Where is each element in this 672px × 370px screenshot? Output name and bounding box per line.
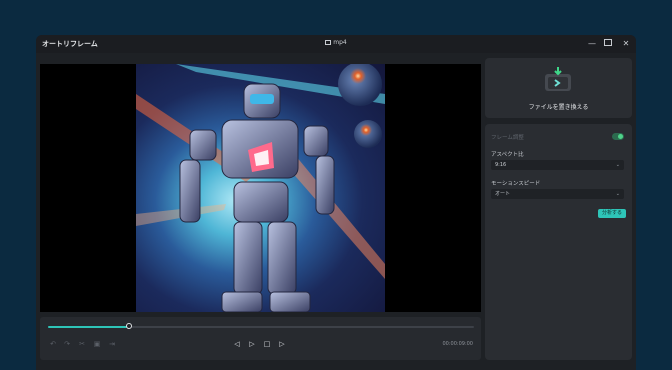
undo-icon[interactable]: ↶ — [48, 339, 58, 349]
chevron-down-icon: ⌄ — [615, 191, 620, 197]
aspect-ratio-label: アスペクト比 — [491, 152, 524, 158]
minimize-icon: — — [588, 39, 596, 48]
trim-icon[interactable]: ⇥ — [107, 339, 117, 349]
minimize-button[interactable]: — — [586, 38, 598, 50]
maximize-button[interactable] — [602, 38, 614, 50]
close-icon: ✕ — [622, 39, 630, 48]
aspect-ratio-select[interactable]: 9:16 ⌄ — [491, 160, 624, 170]
play-icon[interactable]: ▷ — [247, 339, 257, 349]
video-frame-image — [136, 64, 385, 312]
timeline-progress — [48, 326, 129, 328]
chevron-down-icon: ⌄ — [615, 162, 620, 168]
previous-frame-icon[interactable]: ◁ — [232, 339, 242, 349]
robot-illustration — [136, 64, 385, 312]
split-icon[interactable]: ✂ — [77, 339, 87, 349]
timeline-scrubber[interactable] — [48, 323, 474, 329]
playback-controls: ↶ ↷ ✂ ▣ ⇥ ◁ ▷ □ ▷ 00:00:09:00 — [40, 317, 481, 360]
next-frame-icon[interactable]: ▷ — [277, 339, 287, 349]
video-preview — [40, 64, 481, 312]
replace-file-card[interactable]: ファイルを置き換える — [485, 58, 632, 118]
motion-speed-label: モーションスピード — [491, 181, 541, 187]
frame-adjust-title: フレーム調整 — [491, 135, 524, 141]
motion-speed-select[interactable]: オート ⌄ — [491, 189, 624, 199]
frame-settings-card: フレーム調整 アスペクト比 9:16 ⌄ モーションスピード オート ⌄ 分析す… — [485, 124, 632, 360]
stop-icon[interactable]: □ — [262, 339, 272, 349]
file-icon — [325, 40, 332, 45]
timecode: 00:00:09:00 — [442, 341, 473, 347]
motion-speed-value: オート — [495, 191, 511, 197]
replace-file-icon — [545, 67, 571, 91]
timeline-thumb[interactable] — [125, 323, 132, 329]
redo-icon[interactable]: ↷ — [62, 339, 72, 349]
title-bar: オートリフレーム mp4 — ✕ — [36, 35, 636, 53]
aspect-ratio-value: 9:16 — [495, 162, 507, 168]
maximize-icon — [604, 39, 612, 46]
file-name-label: mp4 — [36, 39, 636, 46]
delete-icon[interactable]: ▣ — [92, 339, 102, 349]
replace-file-label: ファイルを置き換える — [528, 104, 589, 111]
side-panel: ファイルを置き換える フレーム調整 アスペクト比 9:16 ⌄ モーションスピー… — [485, 58, 632, 360]
app-window: オートリフレーム mp4 — ✕ ↶ ↷ ✂ ▣ ⇥ ◁ ▷ □ ▷ 00:00… — [36, 35, 636, 370]
close-button[interactable]: ✕ — [620, 38, 632, 50]
analyze-button[interactable]: 分析する — [597, 209, 626, 218]
file-name-text: mp4 — [333, 39, 347, 46]
frame-adjust-toggle[interactable] — [612, 133, 624, 140]
